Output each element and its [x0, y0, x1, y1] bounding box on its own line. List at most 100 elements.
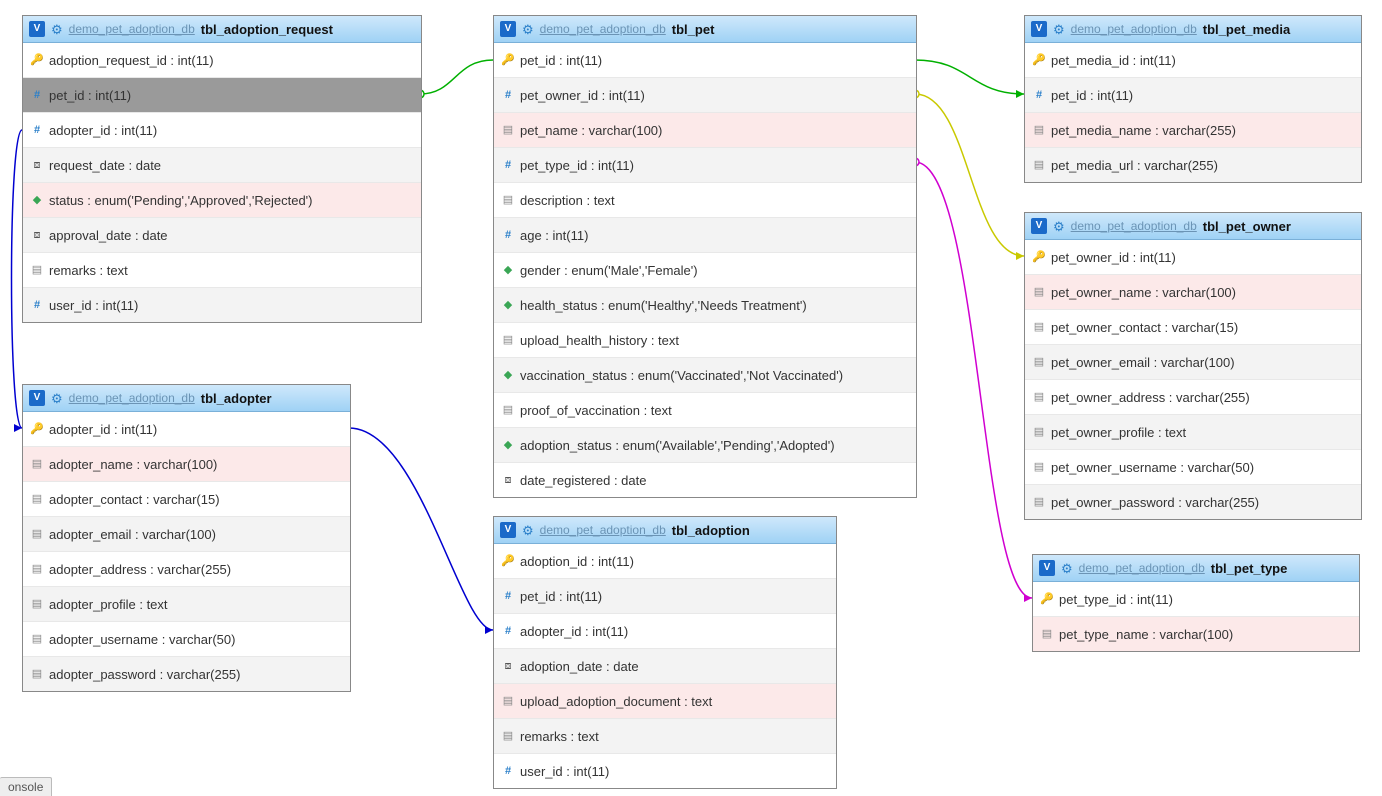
- table-column[interactable]: ▤adopter_contact : varchar(15): [23, 482, 350, 517]
- table-column[interactable]: ▤adopter_name : varchar(100): [23, 447, 350, 482]
- table-column[interactable]: #adopter_id : int(11): [23, 113, 421, 148]
- table-column[interactable]: ▤pet_type_name : varchar(100): [1033, 617, 1359, 651]
- table-tbl_adoption_request[interactable]: V ⚙ demo_pet_adoption_db tbl_adoption_reque…: [22, 15, 422, 323]
- view-badge-icon[interactable]: V: [29, 21, 45, 37]
- table-column[interactable]: ▤pet_name : varchar(100): [494, 113, 916, 148]
- table-column[interactable]: #pet_id : int(11): [494, 579, 836, 614]
- table-column[interactable]: #pet_id : int(11): [1025, 78, 1361, 113]
- table-header[interactable]: V ⚙ demo_pet_adoption_db tbl_pet_media: [1025, 16, 1361, 43]
- table-header[interactable]: V ⚙ demo_pet_adoption_db tbl_pet_type: [1033, 555, 1359, 582]
- database-name[interactable]: demo_pet_adoption_db: [540, 22, 666, 36]
- database-name[interactable]: demo_pet_adoption_db: [69, 391, 195, 405]
- table-tbl_pet_owner[interactable]: V ⚙ demo_pet_adoption_db tbl_pet_owner 🔑pet_…: [1024, 212, 1362, 520]
- table-column[interactable]: 🔑adopter_id : int(11): [23, 412, 350, 447]
- table-column[interactable]: 🔑adoption_id : int(11): [494, 544, 836, 579]
- table-header[interactable]: V ⚙ demo_pet_adoption_db tbl_pet: [494, 16, 916, 43]
- table-column[interactable]: 🔑pet_owner_id : int(11): [1025, 240, 1361, 275]
- column-label: user_id : int(11): [520, 764, 609, 779]
- view-badge-icon[interactable]: V: [1031, 21, 1047, 37]
- table-column[interactable]: #adopter_id : int(11): [494, 614, 836, 649]
- table-column[interactable]: 🔑adoption_request_id : int(11): [23, 43, 421, 78]
- hash-icon: #: [31, 90, 43, 101]
- table-column[interactable]: ▤adopter_email : varchar(100): [23, 517, 350, 552]
- table-tbl_pet_type[interactable]: V ⚙ demo_pet_adoption_db tbl_pet_type 🔑pet_t…: [1032, 554, 1360, 652]
- table-tbl_adoption[interactable]: V ⚙ demo_pet_adoption_db tbl_adoption 🔑adopt…: [493, 516, 837, 789]
- table-column[interactable]: ⧈date_registered : date: [494, 463, 916, 497]
- table-column[interactable]: ▤pet_owner_name : varchar(100): [1025, 275, 1361, 310]
- view-badge-icon[interactable]: V: [500, 522, 516, 538]
- table-column[interactable]: ▤pet_owner_email : varchar(100): [1025, 345, 1361, 380]
- table-column[interactable]: ◆gender : enum('Male','Female'): [494, 253, 916, 288]
- database-name[interactable]: demo_pet_adoption_db: [69, 22, 195, 36]
- table-column[interactable]: ▤pet_media_url : varchar(255): [1025, 148, 1361, 182]
- table-column[interactable]: #pet_type_id : int(11): [494, 148, 916, 183]
- view-badge-icon[interactable]: V: [500, 21, 516, 37]
- table-header[interactable]: V ⚙ demo_pet_adoption_db tbl_adoption: [494, 517, 836, 544]
- table-tbl_pet_media[interactable]: V ⚙ demo_pet_adoption_db tbl_pet_media 🔑pet_…: [1024, 15, 1362, 183]
- table-column[interactable]: ⧈approval_date : date: [23, 218, 421, 253]
- table-column[interactable]: ▤pet_owner_address : varchar(255): [1025, 380, 1361, 415]
- table-name[interactable]: tbl_pet: [672, 22, 715, 37]
- database-name[interactable]: demo_pet_adoption_db: [1071, 22, 1197, 36]
- gear-icon[interactable]: ⚙: [522, 23, 534, 36]
- table-column[interactable]: ▤description : text: [494, 183, 916, 218]
- table-column[interactable]: 🔑pet_type_id : int(11): [1033, 582, 1359, 617]
- table-column[interactable]: 🔑pet_id : int(11): [494, 43, 916, 78]
- text-icon: ▤: [1041, 629, 1053, 640]
- gear-icon[interactable]: ⚙: [51, 392, 63, 405]
- table-column[interactable]: ▤pet_media_name : varchar(255): [1025, 113, 1361, 148]
- table-name[interactable]: tbl_adoption_request: [201, 22, 333, 37]
- view-badge-icon[interactable]: V: [29, 390, 45, 406]
- gear-icon[interactable]: ⚙: [1061, 562, 1073, 575]
- column-label: pet_owner_contact : varchar(15): [1051, 320, 1238, 335]
- table-column[interactable]: ◆adoption_status : enum('Available','Pen…: [494, 428, 916, 463]
- table-header[interactable]: V ⚙ demo_pet_adoption_db tbl_pet_owner: [1025, 213, 1361, 240]
- column-label: pet_type_id : int(11): [520, 158, 634, 173]
- table-column[interactable]: ▤adopter_username : varchar(50): [23, 622, 350, 657]
- database-name[interactable]: demo_pet_adoption_db: [540, 523, 666, 537]
- table-column[interactable]: ▤pet_owner_password : varchar(255): [1025, 485, 1361, 519]
- table-column[interactable]: ▤adopter_password : varchar(255): [23, 657, 350, 691]
- table-column[interactable]: 🔑pet_media_id : int(11): [1025, 43, 1361, 78]
- table-column[interactable]: #user_id : int(11): [23, 288, 421, 322]
- table-column[interactable]: #pet_owner_id : int(11): [494, 78, 916, 113]
- table-column[interactable]: ⧈request_date : date: [23, 148, 421, 183]
- gear-icon[interactable]: ⚙: [1053, 23, 1065, 36]
- view-badge-icon[interactable]: V: [1031, 218, 1047, 234]
- table-column[interactable]: ▤upload_health_history : text: [494, 323, 916, 358]
- table-header[interactable]: V ⚙ demo_pet_adoption_db tbl_adopter: [23, 385, 350, 412]
- table-column[interactable]: ▤upload_adoption_document : text: [494, 684, 836, 719]
- database-name[interactable]: demo_pet_adoption_db: [1071, 219, 1197, 233]
- erd-canvas[interactable]: V ⚙ demo_pet_adoption_db tbl_adoption_reque…: [0, 0, 1382, 796]
- table-column[interactable]: ▤pet_owner_profile : text: [1025, 415, 1361, 450]
- table-tbl_pet[interactable]: V ⚙ demo_pet_adoption_db tbl_pet 🔑pet_id : i…: [493, 15, 917, 498]
- table-column[interactable]: #pet_id : int(11): [23, 78, 421, 113]
- table-header[interactable]: V ⚙ demo_pet_adoption_db tbl_adoption_reque…: [23, 16, 421, 43]
- table-column[interactable]: ▤remarks : text: [23, 253, 421, 288]
- table-column[interactable]: ▤remarks : text: [494, 719, 836, 754]
- table-column[interactable]: ⧈adoption_date : date: [494, 649, 836, 684]
- text-icon: ▤: [31, 564, 43, 575]
- table-column[interactable]: #age : int(11): [494, 218, 916, 253]
- table-column[interactable]: ▤adopter_address : varchar(255): [23, 552, 350, 587]
- table-column[interactable]: ▤pet_owner_contact : varchar(15): [1025, 310, 1361, 345]
- table-name[interactable]: tbl_adoption: [672, 523, 750, 538]
- console-button[interactable]: onsole: [0, 777, 52, 796]
- table-column[interactable]: #user_id : int(11): [494, 754, 836, 788]
- table-column[interactable]: ◆status : enum('Pending','Approved','Rej…: [23, 183, 421, 218]
- gear-icon[interactable]: ⚙: [51, 23, 63, 36]
- table-column[interactable]: ▤pet_owner_username : varchar(50): [1025, 450, 1361, 485]
- gear-icon[interactable]: ⚙: [1053, 220, 1065, 233]
- table-tbl_adopter[interactable]: V ⚙ demo_pet_adoption_db tbl_adopter 🔑adopte…: [22, 384, 351, 692]
- table-column[interactable]: ◆vaccination_status : enum('Vaccinated',…: [494, 358, 916, 393]
- database-name[interactable]: demo_pet_adoption_db: [1079, 561, 1205, 575]
- table-column[interactable]: ▤proof_of_vaccination : text: [494, 393, 916, 428]
- gear-icon[interactable]: ⚙: [522, 524, 534, 537]
- table-column[interactable]: ◆health_status : enum('Healthy','Needs T…: [494, 288, 916, 323]
- table-name[interactable]: tbl_pet_media: [1203, 22, 1290, 37]
- table-column[interactable]: ▤adopter_profile : text: [23, 587, 350, 622]
- table-name[interactable]: tbl_pet_owner: [1203, 219, 1291, 234]
- view-badge-icon[interactable]: V: [1039, 560, 1055, 576]
- table-name[interactable]: tbl_pet_type: [1211, 561, 1288, 576]
- table-name[interactable]: tbl_adopter: [201, 391, 272, 406]
